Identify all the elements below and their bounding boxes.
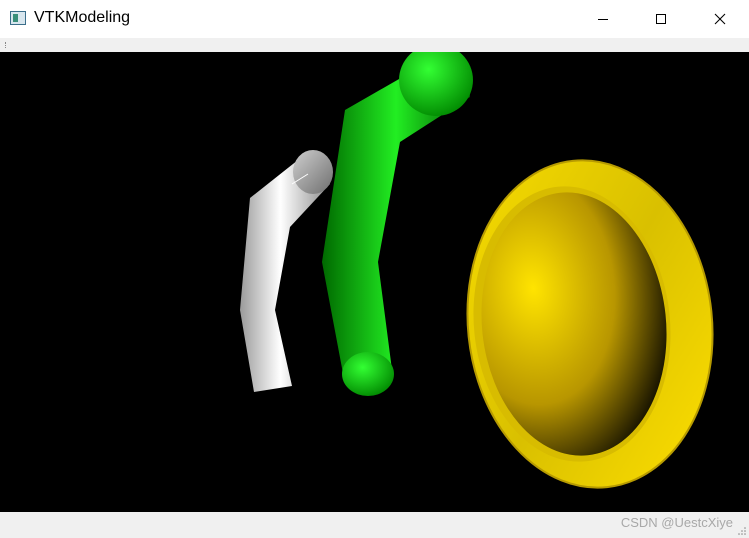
toolbar-strip [0, 38, 749, 52]
green-tube [322, 52, 473, 396]
close-icon [714, 13, 725, 25]
app-icon [10, 11, 26, 25]
render-viewport[interactable] [0, 52, 749, 512]
maximize-button[interactable] [632, 0, 690, 38]
window-title: VTKModeling [34, 9, 131, 26]
toolbar-grip-icon[interactable] [5, 42, 8, 48]
close-button[interactable] [690, 0, 749, 38]
watermark-text: CSDN @UestcXiye [620, 515, 733, 530]
resize-grip-icon[interactable] [737, 526, 747, 536]
yellow-ring-bowl [466, 159, 714, 489]
white-tube [240, 150, 333, 392]
minimize-icon [598, 19, 608, 20]
scene-canvas [240, 52, 714, 489]
app-window: VTKModeling CSDN @UestcXiye [0, 0, 749, 538]
title-bar[interactable]: VTKModeling [0, 0, 749, 38]
status-bar: CSDN @UestcXiye [0, 512, 749, 538]
maximize-icon [656, 14, 666, 24]
minimize-button[interactable] [574, 0, 632, 38]
